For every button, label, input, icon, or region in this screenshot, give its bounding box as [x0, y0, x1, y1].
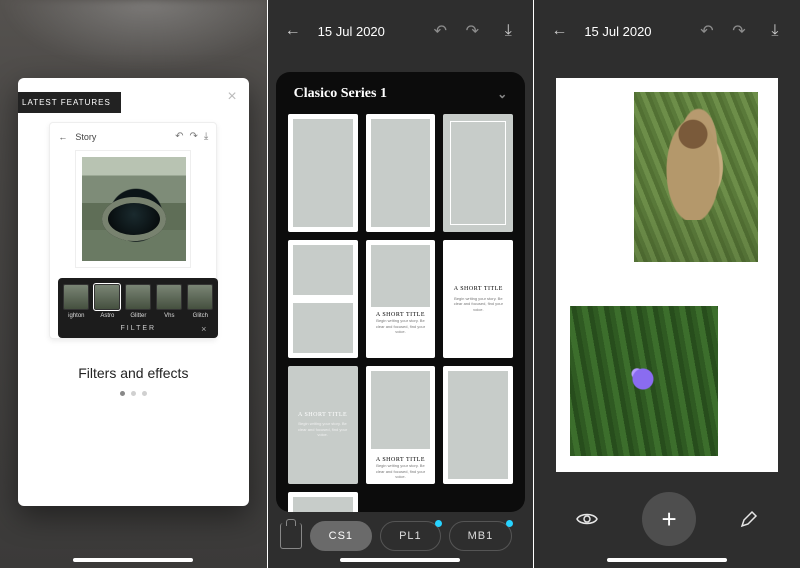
page-dots — [120, 391, 147, 396]
category-pill[interactable]: PL1 — [380, 521, 441, 551]
document-date: 15 Jul 2020 — [318, 24, 430, 39]
story-editor-preview: ← Story ↶ ↷ ⤓ ighton Astro Glitter — [49, 122, 217, 339]
close-icon[interactable]: × — [201, 324, 208, 334]
category-pill[interactable]: CS1 — [310, 521, 372, 551]
download-icon[interactable]: ⤓ — [497, 22, 519, 40]
template-thumb[interactable]: A SHORT TITLEBegin writing your story. B… — [288, 366, 358, 484]
clipboard-icon[interactable] — [280, 523, 302, 549]
template-thumb[interactable] — [288, 114, 358, 232]
screenshot-template-picker: ← 15 Jul 2020 ↶ ↷ ⤓ Clasico Series 1 ⌄ A… — [267, 0, 534, 568]
redo-icon[interactable]: ↷ — [461, 21, 483, 41]
preview-icon[interactable] — [576, 511, 598, 527]
canvas-image[interactable] — [634, 92, 758, 262]
sample-photo — [82, 157, 186, 261]
editor-header: ← 15 Jul 2020 ↶ ↷ ⤓ — [268, 0, 534, 62]
template-panel: Clasico Series 1 ⌄ A SHORT TITLEBegin wr… — [276, 72, 526, 512]
redo-icon[interactable]: ↷ — [728, 21, 750, 41]
latest-features-badge: LATEST FEATURES — [18, 92, 121, 113]
download-icon[interactable]: ⤓ — [204, 131, 208, 142]
new-dot-icon — [435, 520, 442, 527]
undo-icon[interactable]: ↶ — [429, 21, 451, 41]
template-thumb[interactable]: A SHORT TITLEBegin writing your story. B… — [366, 366, 436, 484]
filter-option[interactable]: Vhs — [155, 284, 183, 319]
photo-frame — [75, 150, 191, 268]
template-series-title: Clasico Series 1 — [294, 86, 387, 102]
template-thumb[interactable] — [288, 240, 358, 358]
add-button[interactable]: + — [642, 492, 696, 546]
feature-card: LATEST FEATURES × ← Story ↶ ↷ ⤓ i — [18, 78, 249, 506]
template-grid: A SHORT TITLEBegin writing your story. B… — [288, 114, 514, 512]
story-canvas[interactable] — [556, 78, 778, 472]
close-icon[interactable]: × — [227, 88, 236, 106]
home-indicator — [340, 558, 460, 562]
template-thumb[interactable]: A SHORT TITLEBegin writing your story. B… — [443, 240, 513, 358]
filter-option[interactable]: ighton — [62, 284, 90, 319]
filter-caption: FILTER — [121, 325, 157, 332]
template-thumb[interactable]: A SHORT TITLEBegin writing your story. B… — [366, 240, 436, 358]
filter-option[interactable]: Astro — [93, 284, 121, 319]
document-date: 15 Jul 2020 — [584, 24, 696, 39]
home-indicator — [607, 558, 727, 562]
canvas-image[interactable] — [570, 306, 718, 456]
back-icon[interactable]: ← — [282, 22, 304, 40]
undo-icon[interactable]: ↶ — [696, 21, 718, 41]
pencil-icon[interactable] — [740, 510, 758, 528]
back-icon[interactable]: ← — [58, 132, 67, 142]
screenshot-filters-effects: LATEST FEATURES × ← Story ↶ ↷ ⤓ i — [0, 0, 267, 568]
category-pill[interactable]: MB1 — [449, 521, 513, 551]
template-thumb[interactable] — [366, 114, 436, 232]
category-bar: CS1 PL1 MB1 — [276, 514, 526, 558]
home-indicator — [73, 558, 193, 562]
canvas-toolbar: + — [534, 484, 800, 554]
template-thumb[interactable] — [443, 366, 513, 484]
feature-caption: Filters and effects — [78, 365, 188, 381]
template-thumb[interactable] — [288, 492, 358, 512]
download-icon[interactable]: ⤓ — [764, 22, 786, 40]
undo-icon[interactable]: ↶ — [175, 131, 183, 142]
template-thumb[interactable] — [443, 114, 513, 232]
filter-option[interactable]: Glitter — [124, 284, 152, 319]
chevron-down-icon[interactable]: ⌄ — [497, 87, 507, 102]
filter-bar: ighton Astro Glitter Vhs Glitch FILTER × — [58, 278, 218, 338]
editor-header: ← 15 Jul 2020 ↶ ↷ ⤓ — [534, 0, 800, 62]
redo-icon[interactable]: ↷ — [190, 131, 198, 142]
story-title: Story — [75, 132, 169, 142]
filter-option[interactable]: Glitch — [186, 284, 214, 319]
new-dot-icon — [506, 520, 513, 527]
screenshot-canvas-editor: ← 15 Jul 2020 ↶ ↷ ⤓ + — [533, 0, 800, 568]
back-icon[interactable]: ← — [548, 22, 570, 40]
